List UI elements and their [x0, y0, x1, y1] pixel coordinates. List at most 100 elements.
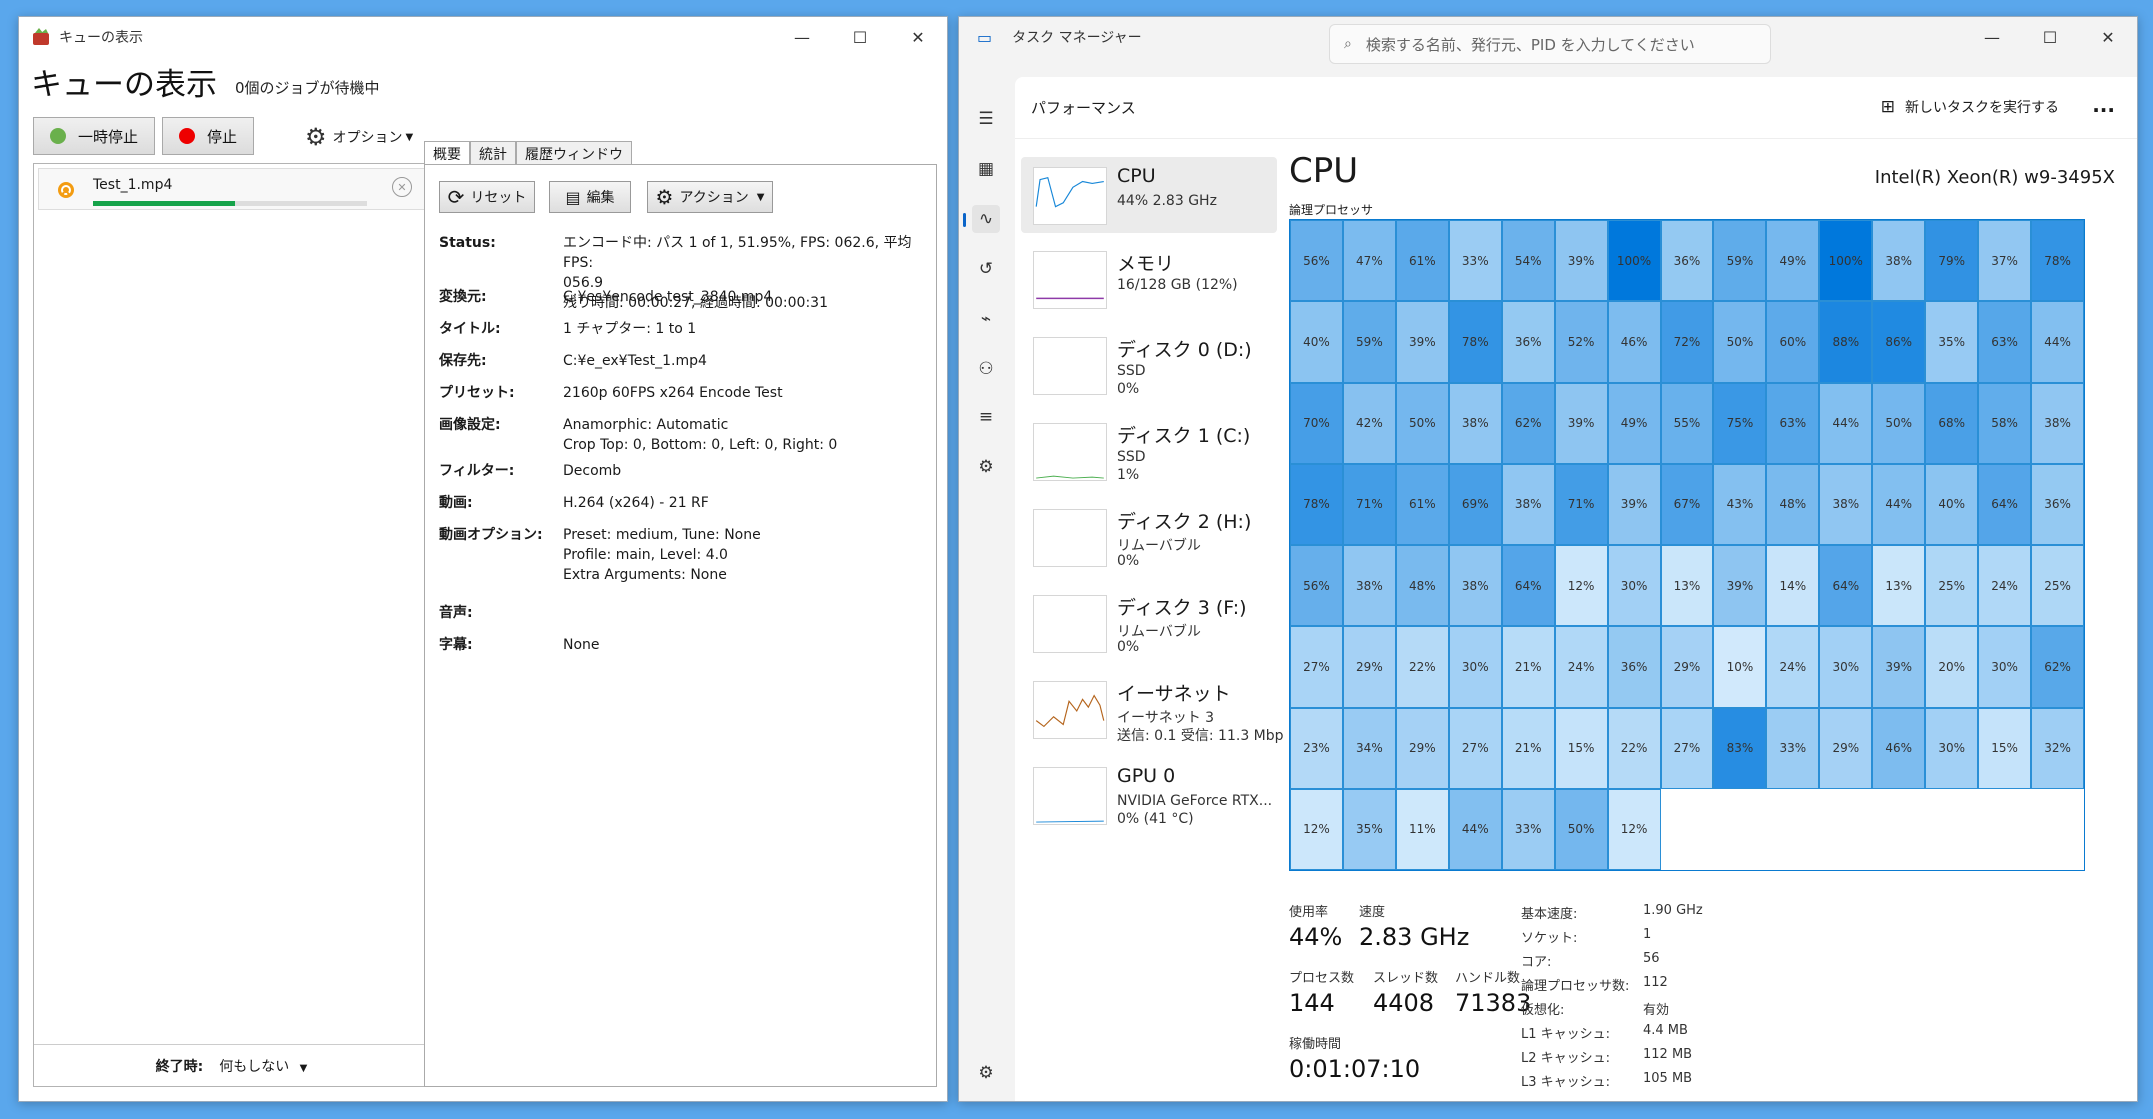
run-task-label: 新しいタスクを実行する — [1905, 100, 2059, 116]
logical-processor-cell: 42% — [1342, 382, 1396, 464]
logical-processor-cell: 64% — [1978, 463, 2032, 545]
logical-processor-cell: 47% — [1342, 220, 1396, 302]
logical-processor-cell: 21% — [1501, 707, 1555, 789]
options-menu[interactable]: ⚙ オプション ▼ — [305, 123, 413, 151]
logical-processor-cell: 12% — [1554, 545, 1608, 627]
settings-icon[interactable]: ⚙ — [972, 1059, 1000, 1087]
sidebar-item-1[interactable]: メモリ 16/128 GB (12%) — [1021, 241, 1277, 317]
users-icon[interactable]: ⚇ — [972, 355, 1000, 383]
sidebar-item-detail: 0% (41 °C) — [1117, 811, 1194, 827]
pause-button[interactable]: 一時停止 — [33, 117, 155, 155]
window-title: タスク マネージャー — [1012, 30, 1142, 46]
sidebar-item-detail: 1% — [1117, 467, 1140, 483]
handbrake-logo-icon — [33, 28, 49, 45]
services-icon[interactable]: ⚙ — [972, 453, 1000, 481]
action-button[interactable]: ⚙ アクション ▼ — [647, 181, 773, 213]
queue-list: Test_1.mp4 ✕ 終了時: 何もしない ▼ — [33, 163, 430, 1087]
refresh-icon: ⟳ — [447, 185, 465, 209]
sidebar-item-label: ディスク 1 (C:) — [1117, 425, 1251, 447]
logical-processor-cell: 22% — [1395, 626, 1449, 708]
detail-value: Anamorphic: Automatic Crop Top: 0, Bottom… — [563, 415, 933, 455]
logical-processor-cell: 20% — [1925, 626, 1979, 708]
tab-history[interactable]: 履歴ウィンドウ — [516, 141, 632, 164]
logical-processor-cell: 63% — [1766, 382, 1820, 464]
logical-processor-cell: 10% — [1713, 626, 1767, 708]
cpu-heading: CPU — [1289, 151, 1359, 191]
close-icon[interactable]: ✕ — [2079, 17, 2137, 57]
maximize-icon[interactable]: ☐ — [831, 17, 889, 57]
logical-processor-cell: 67% — [1660, 463, 1714, 545]
list-item[interactable]: Test_1.mp4 ✕ — [38, 168, 425, 210]
logical-processor-cell: 38% — [1342, 545, 1396, 627]
run-new-task-button[interactable]: ⊞ 新しいタスクを実行する — [1881, 97, 2059, 117]
performance-icon[interactable]: ∿ — [972, 205, 1000, 233]
logical-processor-cell: 14% — [1766, 545, 1820, 627]
logical-processor-cell: 48% — [1766, 463, 1820, 545]
history-icon[interactable]: ↺ — [972, 255, 1000, 283]
logical-processor-cell: 64% — [1501, 545, 1555, 627]
logical-processor-cell: 29% — [1819, 707, 1873, 789]
usage-sparkline — [1033, 509, 1107, 567]
spec-value: 112 — [1643, 975, 1668, 990]
logical-processor-cell: 30% — [1448, 626, 1502, 708]
gear-icon: ⚙ — [655, 185, 674, 209]
maximize-icon[interactable]: ☐ — [2021, 17, 2079, 57]
detail-key: タイトル: — [439, 321, 501, 337]
stop-label: 停止 — [206, 127, 237, 146]
details-icon[interactable]: ≡ — [972, 403, 1000, 431]
spec-label: コア: — [1521, 955, 1552, 970]
logical-processor-cell: 72% — [1660, 301, 1714, 383]
close-icon[interactable]: ✕ — [889, 17, 947, 57]
startup-icon[interactable]: ⌁ — [972, 305, 1000, 333]
logical-processor-cell: 100% — [1819, 220, 1873, 302]
tab-summary[interactable]: 概要 — [424, 141, 470, 165]
sidebar-item-7[interactable]: GPU 0 NVIDIA GeForce RTX... 0% (41 °C) — [1021, 757, 1277, 833]
logical-processor-cell: 58% — [1978, 382, 2032, 464]
when-done-label: 終了時: — [155, 1058, 204, 1075]
spec-label: L2 キャッシュ: — [1521, 1051, 1611, 1066]
stop-button[interactable]: 停止 — [162, 117, 254, 155]
task-manager-window: ▭ タスク マネージャー ⌕ 検索する名前、発行元、PID を入力してください … — [958, 16, 2138, 1102]
detail-value: None — [563, 635, 933, 655]
when-done-select[interactable]: 何もしない ▼ — [219, 1056, 307, 1076]
search-input[interactable]: ⌕ 検索する名前、発行元、PID を入力してください — [1329, 24, 1771, 64]
reset-label: リセット — [470, 190, 527, 206]
logical-processor-cell: 12% — [1290, 788, 1343, 870]
logical-processor-cell: 56% — [1290, 545, 1343, 627]
logical-processor-cell: 24% — [1766, 626, 1820, 708]
edit-button[interactable]: ▤ 編集 — [549, 181, 631, 213]
minimize-icon[interactable]: — — [773, 17, 831, 57]
detail-key: 画像設定: — [439, 417, 501, 433]
sidebar-item-5[interactable]: ディスク 3 (F:) リムーバブル 0% — [1021, 585, 1277, 661]
logical-processor-cell: 15% — [1978, 707, 2032, 789]
logical-processor-cell: 24% — [1978, 545, 2032, 627]
sidebar-item-6[interactable]: イーサネット イーサネット 3 送信: 0.1 受信: 11.3 Mbp — [1021, 671, 1284, 747]
logical-processor-cell: 44% — [2031, 301, 2084, 383]
detail-value-line: Profile: main, Level: 4.0 — [563, 547, 728, 563]
sidebar-item-4[interactable]: ディスク 2 (H:) リムーバブル 0% — [1021, 499, 1277, 575]
more-options-icon[interactable]: ... — [2092, 93, 2115, 117]
usage-sparkline — [1033, 167, 1107, 225]
sidebar-item-0[interactable]: CPU 44% 2.83 GHz — [1021, 157, 1277, 233]
processes-icon[interactable]: ▦ — [972, 155, 1000, 183]
sidebar-item-detail: SSD — [1117, 363, 1146, 379]
page-title: キューの表示 — [31, 67, 217, 103]
sidebar-item-2[interactable]: ディスク 0 (D:) SSD 0% — [1021, 327, 1277, 403]
logical-processor-cell: 52% — [1554, 301, 1608, 383]
detail-value-line: Decomb — [563, 463, 622, 479]
sidebar-item-3[interactable]: ディスク 1 (C:) SSD 1% — [1021, 413, 1277, 489]
usage-label: 使用率 — [1289, 905, 1329, 920]
reset-button[interactable]: ⟳ リセット — [439, 181, 535, 213]
detail-value: Decomb — [563, 461, 933, 481]
remove-item-icon[interactable]: ✕ — [392, 177, 412, 197]
stop-icon — [178, 128, 195, 144]
minimize-icon[interactable]: — — [1963, 17, 2021, 57]
hamburger-menu-icon[interactable]: ☰ — [972, 105, 1000, 133]
sidebar-item-detail: SSD — [1117, 449, 1146, 465]
spec-value: 56 — [1643, 951, 1660, 966]
logical-processor-cell: 36% — [1607, 626, 1661, 708]
logical-processor-cell: 39% — [1554, 220, 1608, 302]
logical-processor-cell: 40% — [1925, 463, 1979, 545]
logical-processor-cell: 86% — [1872, 301, 1926, 383]
tab-statistics[interactable]: 統計 — [470, 141, 516, 164]
